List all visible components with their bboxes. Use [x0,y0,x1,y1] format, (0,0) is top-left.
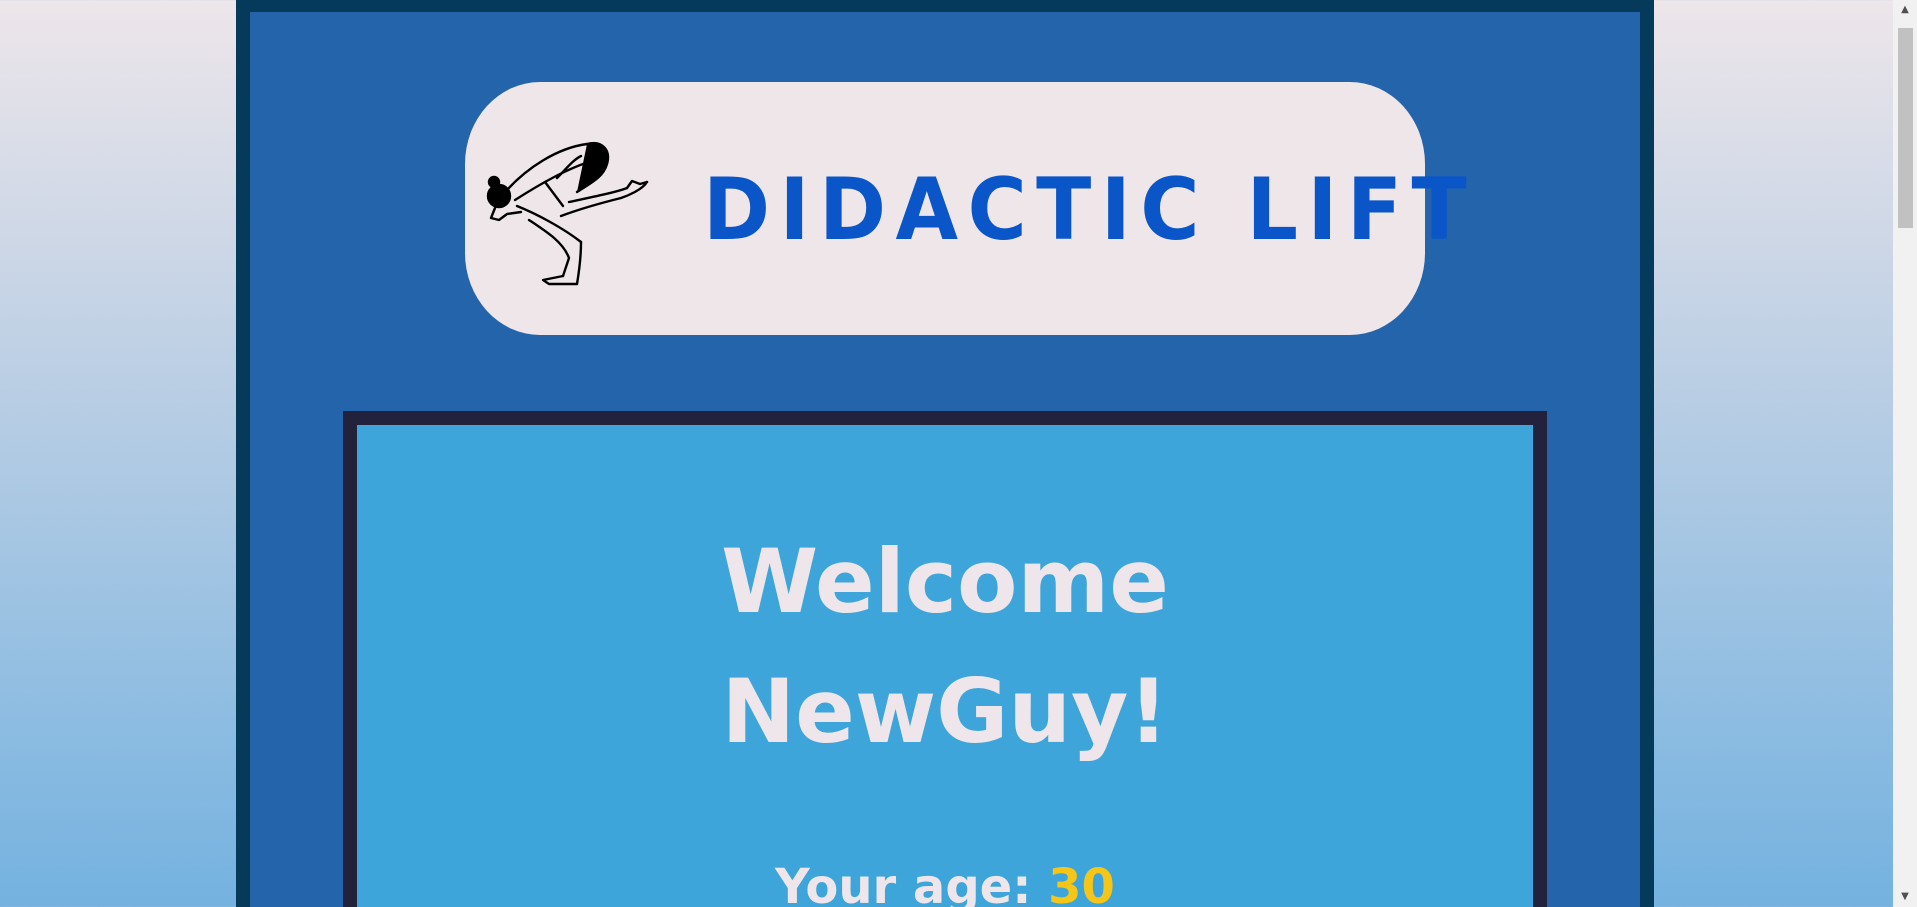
scrollbar-thumb[interactable] [1898,28,1913,228]
scroll-up-arrow-icon[interactable]: ▲ [1893,0,1917,20]
page-content: DIDACTIC LIFT Welcome NewGuy! Your age: … [250,12,1640,907]
welcome-line-1: Welcome [721,530,1169,633]
welcome-card: Welcome NewGuy! Your age: 30 [343,411,1547,907]
age-value: 30 [1048,859,1115,907]
brand-name: DIDACTIC LIFT [703,160,1477,260]
welcome-card-body: Welcome NewGuy! Your age: 30 [357,425,1533,907]
yoga-figure-icon [486,141,649,286]
welcome-heading: Welcome NewGuy! [357,517,1533,777]
welcome-line-2: NewGuy! [721,660,1169,763]
page-frame: DIDACTIC LIFT Welcome NewGuy! Your age: … [236,0,1654,907]
brand-logo[interactable]: DIDACTIC LIFT [465,82,1467,335]
age-label: Your age: [775,859,1032,907]
scroll-down-arrow-icon[interactable]: ▼ [1893,887,1917,907]
age-row: Your age: 30 [357,857,1533,907]
vertical-scrollbar[interactable]: ▲ ▼ [1893,0,1917,907]
